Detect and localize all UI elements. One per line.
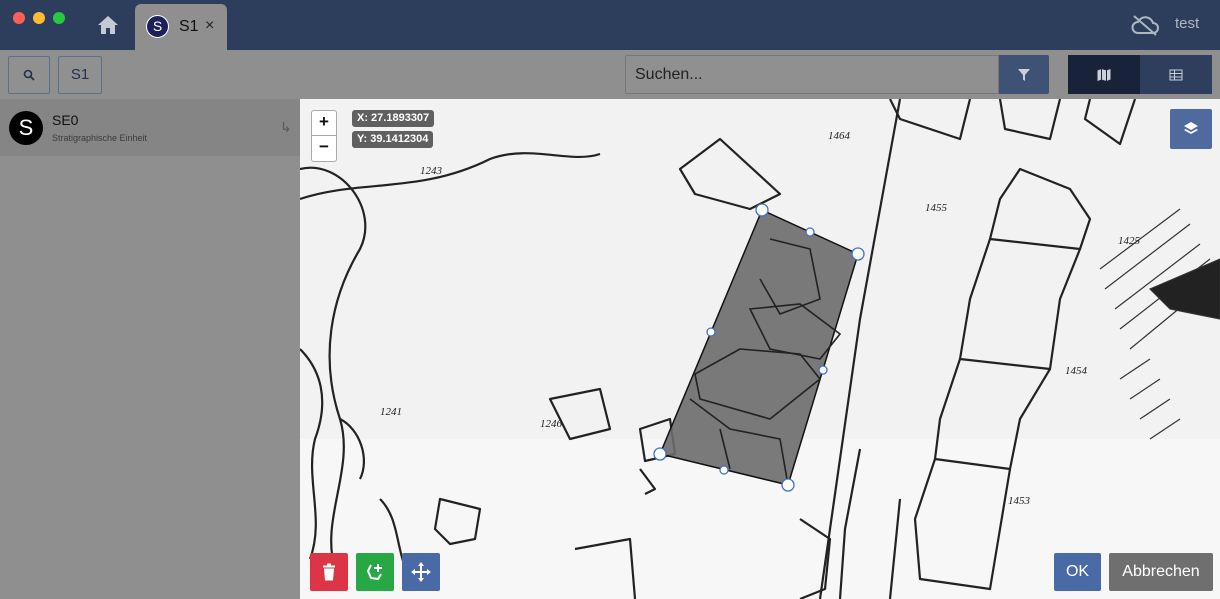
close-icon[interactable]: × [205,17,214,35]
plan-label-1425: 1425 [1118,235,1141,247]
plan-label-1464: 1464 [828,130,851,142]
plan-label-1453: 1453 [1008,495,1031,507]
plan-label-1454: 1454 [1065,365,1088,377]
tab-s1[interactable]: S S1 × [135,4,227,50]
plan-label-1455: 1455 [925,202,948,214]
list-item[interactable]: S SE0 Stratigraphische Einheit ↳ [0,99,300,156]
search-icon [23,69,35,81]
table-view-button[interactable] [1140,55,1212,94]
filter-button[interactable] [999,55,1049,94]
layers-button[interactable] [1170,109,1212,149]
jump-into-icon[interactable]: ↳ [280,119,292,136]
filter-icon [1018,68,1030,81]
search-button[interactable] [8,56,50,94]
plan-label-1241: 1241 [380,406,402,418]
zoom-in-button[interactable]: + [311,110,337,136]
add-polygon-icon [366,564,382,581]
zoom-out-button[interactable]: − [311,136,337,162]
minimize-window-button[interactable] [33,12,45,24]
table-icon [1169,69,1183,80]
maximize-window-button[interactable] [53,12,65,24]
trash-icon [323,563,335,581]
delete-button[interactable] [310,553,348,591]
move-button[interactable] [402,553,440,591]
coordinate-y: Y: 39.1412304 [352,131,434,148]
cancel-button[interactable]: Abbrechen [1109,553,1213,591]
layers-icon [1184,122,1198,134]
map-view-button[interactable] [1068,55,1140,94]
item-subtitle: Stratigraphische Einheit [52,133,148,143]
item-title: SE0 [52,112,79,128]
ok-button[interactable]: OK [1054,553,1101,591]
search-input[interactable] [625,55,999,94]
plan-label-1243: 1243 [420,165,443,177]
map-view[interactable]: 1243 1241 1246 1464 1455 1425 1454 1453 [300,99,1220,599]
excavation-plan-image: 1243 1241 1246 1464 1455 1425 1454 1453 [300,99,1220,599]
cloud-off-icon[interactable] [1130,14,1160,36]
title-bar: S S1 × test [0,0,1220,50]
add-polygon-button[interactable] [356,553,394,591]
tab-label: S1 [179,18,199,35]
user-name[interactable]: test [1175,15,1199,32]
plan-label-1246: 1246 [540,418,563,430]
s1-button[interactable]: S1 [58,56,102,94]
avatar: S [9,111,43,145]
move-icon [411,562,431,582]
map-icon [1097,68,1111,81]
close-window-button[interactable] [13,12,25,24]
coordinate-x: X: 27.1893307 [352,110,435,127]
tab-avatar: S [146,15,169,38]
home-icon[interactable] [96,14,120,36]
